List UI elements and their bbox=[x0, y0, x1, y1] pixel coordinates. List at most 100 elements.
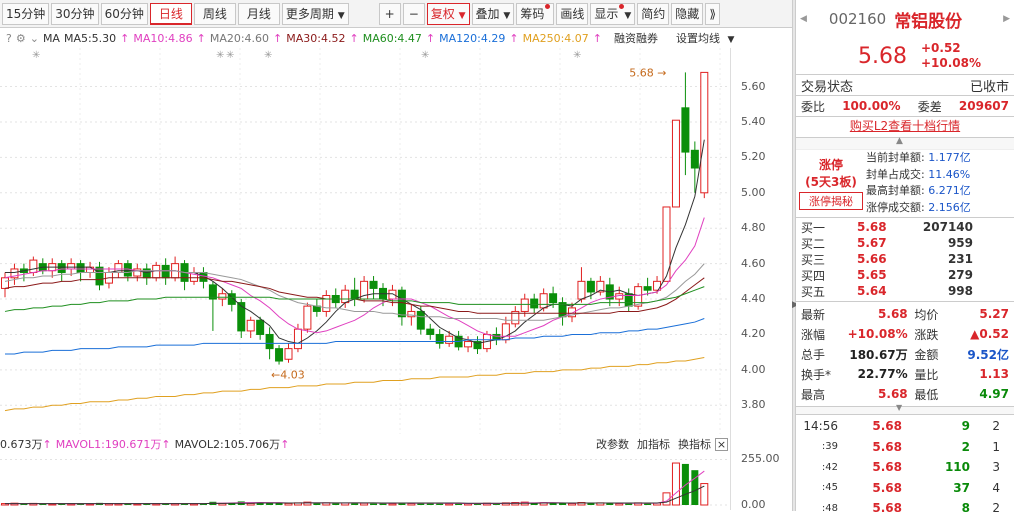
bid-row[interactable]: 买四 5.65 279 bbox=[796, 267, 1014, 283]
price-tick-label: 4.00 bbox=[741, 362, 766, 376]
candle-body bbox=[700, 71, 709, 194]
bid-volume: 998 bbox=[947, 284, 973, 298]
trade-status-label: 交易状态 bbox=[801, 79, 854, 95]
tick-row: :39 5.68 2 1 bbox=[796, 437, 1014, 458]
period-60min[interactable]: 60分钟 bbox=[100, 2, 148, 25]
tick-row: :48 5.68 8 2 bbox=[796, 498, 1014, 519]
volume-bar bbox=[606, 503, 614, 505]
price-tick-label: 5.60 bbox=[741, 79, 766, 93]
kline-chart[interactable]: ✳ ✳ ✳ ✳ ✳ ✳5.68 →←4.03 bbox=[0, 48, 730, 434]
chips-button[interactable]: 筹码 bbox=[516, 2, 555, 25]
collapse-up-icon[interactable]: ▲ bbox=[896, 136, 903, 146]
period-monthly[interactable]: 月线 bbox=[237, 2, 280, 25]
bid-label: 买一 bbox=[801, 220, 826, 235]
display-dropdown[interactable]: 显示 ▼ bbox=[590, 2, 636, 25]
add-indicator-button[interactable]: 加指标 bbox=[637, 436, 670, 452]
change-params-button[interactable]: 改参数 bbox=[596, 436, 629, 452]
stat-label: 量比 bbox=[914, 367, 939, 382]
candle-body bbox=[275, 348, 284, 362]
arrow-up-icon: ↑ bbox=[273, 31, 283, 45]
candle bbox=[95, 261, 104, 291]
stat-label: 最低 bbox=[914, 387, 939, 402]
ma120-value: MA120:4.29 bbox=[439, 31, 506, 45]
draw-line-button[interactable]: 画线 bbox=[556, 2, 589, 25]
ma60-value: MA60:4.47 bbox=[362, 31, 422, 45]
bid-row[interactable]: 买五 5.64 998 bbox=[796, 283, 1014, 299]
volume-bar bbox=[691, 470, 699, 505]
candle bbox=[671, 119, 680, 208]
tick-time: :45 bbox=[821, 482, 838, 494]
tick-row: :45 5.68 37 4 bbox=[796, 478, 1014, 499]
limit-stat-label: 最高封单额: bbox=[866, 184, 925, 197]
volume-bar bbox=[284, 502, 293, 506]
stock-name: 常铝股份 bbox=[894, 11, 963, 32]
volume-bar bbox=[559, 503, 567, 505]
limit-stat-row: 涨停成交额: 2.156亿 bbox=[866, 200, 1014, 217]
candle bbox=[700, 71, 709, 199]
collapse-down-icon[interactable]: ▼ bbox=[896, 403, 902, 412]
candle bbox=[681, 72, 690, 176]
triangle-right-icon[interactable]: ▶ bbox=[1003, 14, 1010, 24]
trade-status: 已收市 bbox=[969, 79, 1009, 95]
candle bbox=[180, 260, 189, 291]
triangle-left-icon[interactable]: ◀ bbox=[800, 14, 807, 24]
help-icon[interactable]: ? bbox=[6, 32, 12, 45]
volume-bar bbox=[20, 503, 28, 505]
zoom-out-button[interactable]: − bbox=[402, 2, 425, 25]
period-daily[interactable]: 日线 bbox=[149, 2, 192, 25]
simple-mode-button[interactable]: 简约 bbox=[637, 2, 670, 25]
candle bbox=[445, 330, 454, 347]
candle-body bbox=[634, 286, 643, 307]
candle-body bbox=[1, 277, 9, 289]
gear-icon[interactable]: ⚙ bbox=[16, 32, 26, 45]
period-15min[interactable]: 15分钟 bbox=[2, 2, 50, 25]
quote-stats: 最新 5.68 均价 5.27 涨幅 +10.08% 涨跌 ▲0.52 总手 180.67万 金额 9… bbox=[796, 302, 1014, 404]
limit-stat-row: 封单占成交: 11.46% bbox=[866, 167, 1014, 184]
ma-settings-button[interactable]: 设置均线 ▼ bbox=[676, 30, 738, 46]
tick-volume: 8 bbox=[961, 501, 970, 516]
close-icon[interactable]: × bbox=[715, 437, 728, 451]
bid-price: 5.64 bbox=[857, 284, 887, 298]
period-weekly[interactable]: 周线 bbox=[193, 2, 236, 25]
zoom-in-button[interactable]: + bbox=[378, 2, 401, 25]
stat-value: 5.68 bbox=[878, 387, 908, 401]
bid-row[interactable]: 买二 5.67 959 bbox=[796, 235, 1014, 251]
candle bbox=[38, 258, 47, 275]
overlay-dropdown[interactable]: 叠加 ▼ bbox=[471, 2, 515, 25]
candle bbox=[190, 267, 198, 285]
volume-chart[interactable] bbox=[0, 452, 730, 510]
candle-body bbox=[293, 328, 302, 350]
candle-body bbox=[653, 280, 662, 291]
candle bbox=[57, 260, 66, 282]
collapse-icon[interactable]: ⟫ bbox=[705, 2, 720, 25]
limit-stat-label: 涨停成交额: bbox=[866, 200, 925, 214]
bid-row[interactable]: 买一 5.68 207140 bbox=[796, 219, 1014, 235]
price-tick-label: 3.80 bbox=[741, 398, 766, 412]
candle-body bbox=[237, 302, 246, 332]
volume-bar bbox=[370, 503, 378, 505]
candle bbox=[369, 276, 378, 300]
candle-body bbox=[690, 149, 699, 169]
bid-price: 5.68 bbox=[857, 220, 887, 234]
switch-indicator-button[interactable]: 换指标 bbox=[678, 436, 711, 452]
fuquan-dropdown[interactable]: 复权 ▼ bbox=[426, 2, 470, 25]
limit-up-reveal-button[interactable]: 涨停揭秘 bbox=[799, 192, 863, 210]
mavol1-value: MAVOL1:190.671万 bbox=[55, 438, 162, 451]
candle-body bbox=[322, 295, 331, 312]
limit-stat-value: 2.156亿 bbox=[928, 200, 971, 214]
period-30min[interactable]: 30分钟 bbox=[51, 2, 99, 25]
period-more-dropdown[interactable]: 更多周期 ▼ bbox=[281, 2, 349, 25]
hide-button[interactable]: 隐藏 bbox=[671, 2, 704, 25]
chevron-down-icon[interactable]: ⌄ bbox=[30, 32, 39, 45]
tick-row: 14:56 5.68 9 2 bbox=[796, 416, 1014, 437]
limit-stat-value: 6.271亿 bbox=[928, 184, 971, 197]
margin-trading-button[interactable]: 融资融券 bbox=[614, 30, 658, 46]
tick-price: 5.68 bbox=[872, 419, 902, 434]
limit-stat-row: 最高封单额: 6.271亿 bbox=[866, 183, 1014, 200]
l2-link[interactable]: 购买L2查看十档行情 bbox=[796, 117, 1014, 137]
bid-row[interactable]: 买三 5.66 231 bbox=[796, 251, 1014, 267]
candle-body bbox=[265, 333, 274, 350]
quote-panel: ◀ 002160 常铝股份 ▶ 5.68 +0.52 +10.08% 交易状态 已… bbox=[796, 0, 1014, 515]
price-tick-label: 5.20 bbox=[741, 150, 766, 164]
chevron-down-icon: ▼ bbox=[337, 10, 345, 21]
